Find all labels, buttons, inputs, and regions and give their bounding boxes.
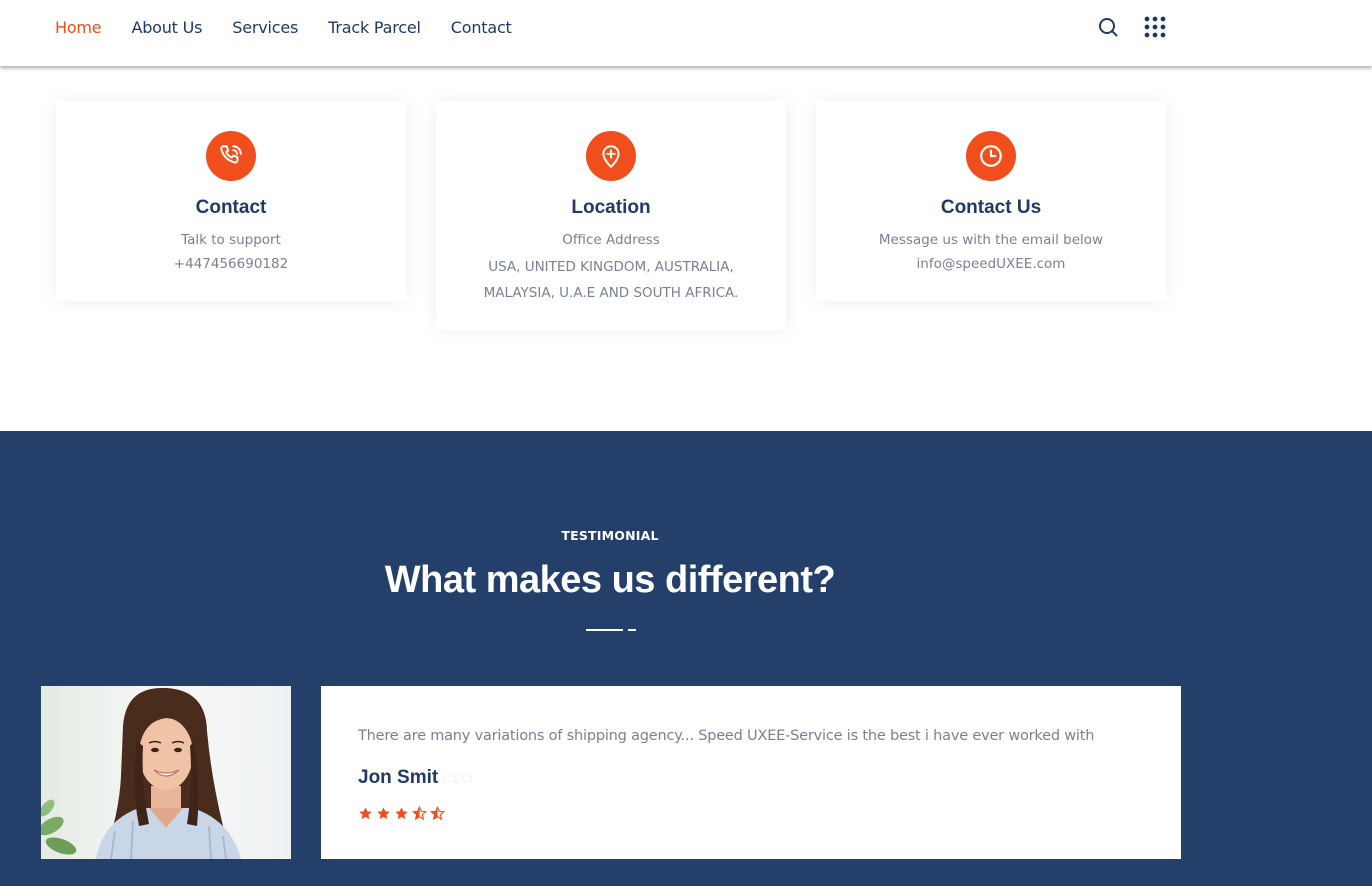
nav-item-home[interactable]: Home [55, 18, 102, 37]
author-role: CEO [442, 770, 473, 786]
card-title: Location [571, 197, 651, 218]
clock-icon [966, 131, 1016, 181]
testimonial-section: TESTIMONIAL What makes us different? The… [0, 431, 1372, 886]
card-text: Message us with the email below info@spe… [816, 227, 1166, 277]
location-card: Location Office Address USA, UNITED KING… [436, 101, 786, 330]
section-eyebrow: TESTIMONIAL [561, 528, 659, 543]
contact-card: Contact Talk to support +447456690182 [56, 101, 406, 301]
star-half-icon [430, 806, 445, 821]
author-name: Jon Smit [358, 767, 439, 788]
grid-menu-icon[interactable] [1143, 15, 1167, 39]
site-header: Home About Us Services Track Parcel Cont… [0, 0, 1372, 66]
contact-us-card: Contact Us Message us with the email bel… [816, 101, 1166, 301]
nav-item-track-parcel[interactable]: Track Parcel [328, 18, 421, 37]
card-title: Contact Us [940, 197, 1042, 218]
testimonial-quote: There are many variations of shipping ag… [358, 728, 1095, 744]
star-rating [358, 806, 445, 821]
search-icon[interactable] [1096, 15, 1120, 39]
phone-number[interactable]: +447456690182 [56, 251, 406, 277]
card-line: MALAYSIA, U.A.E AND SOUTH AFRICA. [483, 285, 739, 301]
testimonial-card: There are many variations of shipping ag… [321, 686, 1181, 859]
card-line: Talk to support [181, 232, 281, 248]
card-line: USA, UNITED KINGDOM, AUSTRALIA, [488, 259, 734, 275]
location-pin-icon [586, 131, 636, 181]
testimonial-author: Jon Smit CEO [358, 767, 473, 789]
card-title: Contact [195, 197, 267, 218]
nav-item-contact[interactable]: Contact [451, 18, 512, 37]
star-half-icon [412, 806, 427, 821]
star-icon [359, 807, 372, 820]
card-line: Office Address [562, 232, 660, 248]
phone-icon [206, 131, 256, 181]
email-link[interactable]: info@speedUXEE.com [816, 251, 1166, 277]
section-heading: What makes us different? [384, 559, 836, 601]
heading-divider [586, 629, 623, 631]
testimonial-avatar [41, 686, 291, 859]
main-nav: Home About Us Services Track Parcel Cont… [55, 0, 542, 54]
card-text: Office Address USA, UNITED KINGDOM, AUST… [436, 227, 786, 306]
star-icon [395, 807, 408, 820]
heading-divider-dot [628, 629, 636, 631]
star-icon [377, 807, 390, 820]
nav-item-services[interactable]: Services [232, 18, 298, 37]
nav-item-about-us[interactable]: About Us [131, 18, 202, 37]
card-text: Talk to support +447456690182 [56, 227, 406, 277]
card-line: Message us with the email below [878, 232, 1104, 248]
